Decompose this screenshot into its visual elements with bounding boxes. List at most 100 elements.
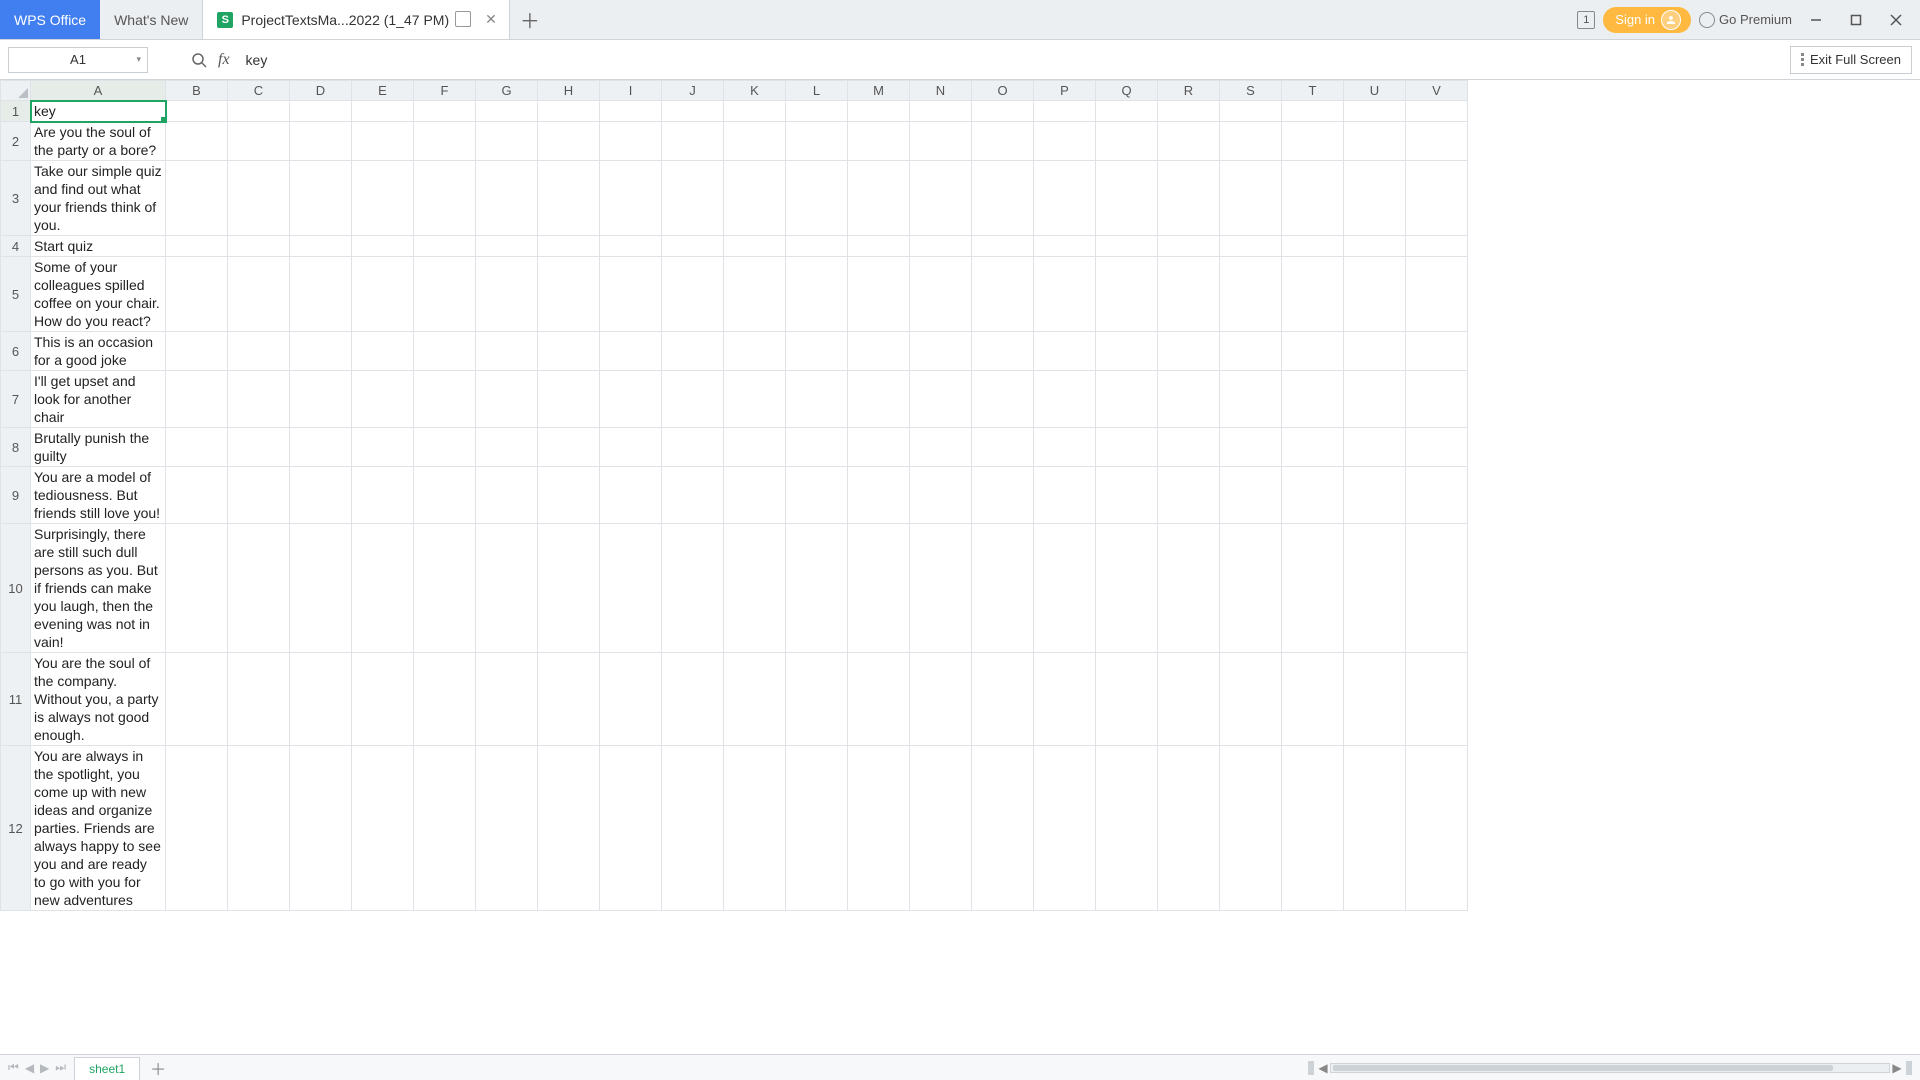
cell[interactable]: [662, 257, 724, 332]
cell[interactable]: [786, 746, 848, 911]
cell[interactable]: [910, 236, 972, 257]
cell[interactable]: [476, 122, 538, 161]
cell[interactable]: [290, 428, 352, 467]
cell[interactable]: [1344, 161, 1406, 236]
row-header-2[interactable]: 2: [1, 122, 31, 161]
cell[interactable]: [1034, 653, 1096, 746]
sheet-nav-next-icon[interactable]: ▶: [40, 1061, 49, 1075]
cell[interactable]: [1406, 122, 1468, 161]
app-tab[interactable]: WPS Office: [0, 0, 100, 39]
sheet-nav-last-icon[interactable]: ⏭: [55, 1060, 66, 1075]
cell[interactable]: [1406, 746, 1468, 911]
cell[interactable]: [290, 746, 352, 911]
cell[interactable]: [910, 524, 972, 653]
cell[interactable]: [1282, 122, 1344, 161]
cell[interactable]: [972, 122, 1034, 161]
cell[interactable]: [1158, 236, 1220, 257]
formula-input[interactable]: [240, 47, 1784, 73]
cell[interactable]: [1034, 524, 1096, 653]
add-sheet-button[interactable]: ＋: [140, 1056, 176, 1080]
sheet-nav-prev-icon[interactable]: ◀: [25, 1061, 34, 1075]
cell[interactable]: [848, 467, 910, 524]
cell[interactable]: [228, 332, 290, 371]
column-header-D[interactable]: D: [290, 81, 352, 101]
cell[interactable]: [1220, 371, 1282, 428]
cell[interactable]: [476, 746, 538, 911]
cell[interactable]: [1282, 428, 1344, 467]
cell[interactable]: I'll get upset and look for another chai…: [31, 371, 166, 428]
cell[interactable]: [1344, 101, 1406, 122]
cell[interactable]: [1096, 332, 1158, 371]
cell[interactable]: [848, 332, 910, 371]
cell[interactable]: [1096, 122, 1158, 161]
cell[interactable]: [538, 257, 600, 332]
cell[interactable]: [600, 257, 662, 332]
maximize-button[interactable]: [1840, 4, 1872, 36]
cell[interactable]: [228, 524, 290, 653]
cell[interactable]: [538, 467, 600, 524]
cell[interactable]: [414, 101, 476, 122]
cell[interactable]: [1220, 101, 1282, 122]
cell[interactable]: [1220, 653, 1282, 746]
cell[interactable]: [600, 332, 662, 371]
cell[interactable]: [1158, 746, 1220, 911]
cell[interactable]: [662, 653, 724, 746]
row-header-3[interactable]: 3: [1, 161, 31, 236]
cell[interactable]: [1344, 524, 1406, 653]
cell[interactable]: [1034, 371, 1096, 428]
cell[interactable]: [228, 257, 290, 332]
magnifier-icon[interactable]: [190, 51, 208, 69]
cell[interactable]: [600, 122, 662, 161]
cell[interactable]: [476, 332, 538, 371]
cell[interactable]: [352, 257, 414, 332]
cell[interactable]: [352, 467, 414, 524]
cell[interactable]: [166, 524, 228, 653]
column-header-I[interactable]: I: [600, 81, 662, 101]
cell[interactable]: [972, 236, 1034, 257]
cell[interactable]: [538, 101, 600, 122]
cell[interactable]: [476, 467, 538, 524]
cell[interactable]: [228, 371, 290, 428]
cell[interactable]: [352, 428, 414, 467]
cell[interactable]: [724, 524, 786, 653]
cell[interactable]: [786, 428, 848, 467]
cell[interactable]: [1282, 332, 1344, 371]
column-header-T[interactable]: T: [1282, 81, 1344, 101]
cell[interactable]: [228, 161, 290, 236]
cell[interactable]: [848, 653, 910, 746]
cell[interactable]: [1096, 371, 1158, 428]
cell[interactable]: [352, 371, 414, 428]
cell[interactable]: [1158, 524, 1220, 653]
cell[interactable]: [724, 101, 786, 122]
cell[interactable]: [1096, 161, 1158, 236]
cell[interactable]: [290, 161, 352, 236]
cell[interactable]: You are a model of tediousness. But frie…: [31, 467, 166, 524]
cell[interactable]: [1034, 101, 1096, 122]
cell[interactable]: [724, 746, 786, 911]
cell[interactable]: [1220, 467, 1282, 524]
cell[interactable]: [1344, 236, 1406, 257]
cell[interactable]: [1406, 161, 1468, 236]
column-header-S[interactable]: S: [1220, 81, 1282, 101]
cell[interactable]: [972, 524, 1034, 653]
cell[interactable]: [228, 101, 290, 122]
cell[interactable]: [166, 428, 228, 467]
column-header-G[interactable]: G: [476, 81, 538, 101]
close-tab-icon[interactable]: ✕: [479, 9, 503, 30]
cell[interactable]: [910, 428, 972, 467]
cell[interactable]: [1220, 524, 1282, 653]
cell[interactable]: [1282, 524, 1344, 653]
cell[interactable]: [290, 371, 352, 428]
sign-in-button[interactable]: Sign in: [1603, 7, 1691, 33]
cell[interactable]: [724, 332, 786, 371]
cell[interactable]: [662, 371, 724, 428]
row-header-12[interactable]: 12: [1, 746, 31, 911]
cell[interactable]: [1034, 257, 1096, 332]
cell[interactable]: [848, 101, 910, 122]
cell[interactable]: [910, 746, 972, 911]
cell[interactable]: [1282, 746, 1344, 911]
cell[interactable]: [786, 236, 848, 257]
cell[interactable]: [476, 236, 538, 257]
cell[interactable]: [848, 161, 910, 236]
select-all-corner[interactable]: [1, 81, 31, 101]
